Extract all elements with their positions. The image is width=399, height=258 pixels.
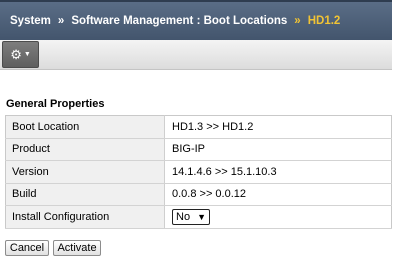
- cancel-button[interactable]: Cancel: [5, 240, 49, 256]
- settings-menu-button[interactable]: ⚙ ▼: [2, 41, 39, 68]
- row-label-product: Product: [5, 138, 165, 161]
- table-row: Install Configuration No ▼: [5, 205, 392, 229]
- select-value: No: [176, 210, 191, 223]
- install-configuration-select[interactable]: No ▼: [172, 208, 210, 225]
- row-value-build: 0.0.8 >> 0.0.12: [164, 183, 392, 206]
- properties-table: Boot Location HD1.3 >> HD1.2 Product BIG…: [5, 115, 392, 229]
- row-label-install-configuration: Install Configuration: [5, 205, 165, 229]
- row-label-build: Build: [5, 183, 165, 206]
- table-row: Build 0.0.8 >> 0.0.12: [5, 183, 392, 206]
- breadcrumb-separator: »: [294, 15, 301, 27]
- breadcrumb-item-system[interactable]: System: [10, 15, 51, 27]
- row-value-boot-location: HD1.3 >> HD1.2: [164, 115, 392, 139]
- activate-button[interactable]: Activate: [53, 240, 101, 256]
- breadcrumb: System » Software Management : Boot Loca…: [0, 0, 392, 40]
- breadcrumb-current: HD1.2: [307, 15, 341, 27]
- gear-icon: ⚙: [10, 47, 22, 62]
- row-value-version: 14.1.4.6 >> 15.1.10.3: [164, 160, 392, 184]
- table-row: Version 14.1.4.6 >> 15.1.10.3: [5, 160, 392, 184]
- row-label-version: Version: [5, 160, 165, 184]
- chevron-down-icon: ▼: [197, 211, 206, 222]
- row-value-product: BIG-IP: [164, 138, 392, 161]
- table-row: Product BIG-IP: [5, 138, 392, 161]
- breadcrumb-item-software-management[interactable]: Software Management : Boot Locations: [71, 15, 287, 27]
- table-row: Boot Location HD1.3 >> HD1.2: [5, 115, 392, 139]
- row-label-boot-location: Boot Location: [5, 115, 165, 139]
- breadcrumb-separator: »: [57, 15, 65, 27]
- toolbar: ⚙ ▼: [0, 40, 392, 70]
- row-value-install-configuration: No ▼: [164, 205, 392, 229]
- section-title: General Properties: [6, 98, 105, 110]
- chevron-down-icon: ▼: [23, 51, 31, 58]
